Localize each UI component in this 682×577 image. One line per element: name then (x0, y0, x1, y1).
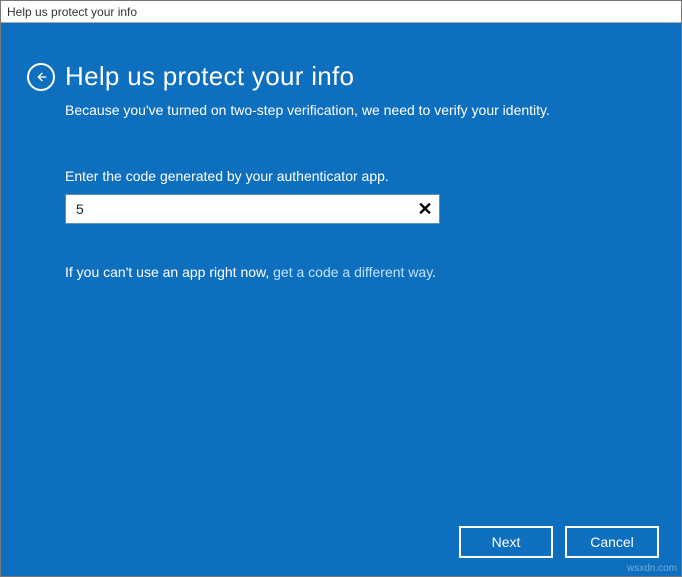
alt-code-link[interactable]: get a code a different way (273, 264, 432, 280)
back-button[interactable] (27, 63, 55, 91)
next-button[interactable]: Next (459, 526, 553, 558)
window-title: Help us protect your info (7, 5, 137, 19)
page-title: Help us protect your info (65, 61, 354, 92)
clear-input-button[interactable]: ✕ (414, 198, 436, 220)
arrow-left-icon (33, 69, 49, 85)
button-row: Next Cancel (459, 526, 659, 558)
watermark: wsxdn.com (627, 563, 677, 574)
body-indent: Because you've turned on two-step verifi… (27, 102, 631, 280)
help-text: If you can't use an app right now, get a… (65, 264, 631, 280)
close-icon: ✕ (417, 199, 432, 220)
input-label: Enter the code generated by your authent… (65, 168, 631, 184)
titlebar: Help us protect your info (1, 1, 681, 23)
help-prefix: If you can't use an app right now, (65, 264, 273, 280)
code-input[interactable] (65, 194, 440, 224)
header-row: Help us protect your info (27, 61, 631, 92)
code-input-wrap: ✕ (65, 194, 440, 224)
content-area: Help us protect your info Because you've… (1, 23, 681, 576)
help-suffix: . (432, 264, 436, 280)
subtitle-text: Because you've turned on two-step verifi… (65, 102, 631, 118)
dialog-window: Help us protect your info Help us protec… (0, 0, 682, 577)
cancel-button[interactable]: Cancel (565, 526, 659, 558)
